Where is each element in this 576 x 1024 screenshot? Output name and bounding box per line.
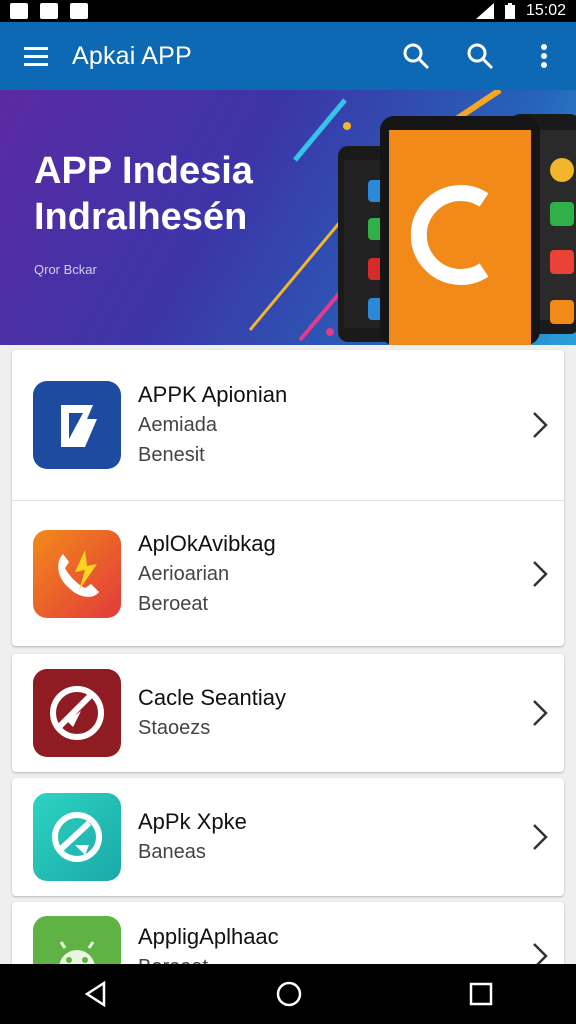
promo-banner[interactable]: APP Indesia Indralhesén Qror Bckar [0,90,576,345]
app-list: APPK Apionian Aemiada Benesit AplOkAvibk… [12,350,564,1020]
app-bar: Apkai APP [0,22,576,90]
banner-title: APP Indesia Indralhesén [34,150,253,238]
phone-flash-icon [33,529,121,618]
back-icon[interactable] [82,980,110,1008]
app-name: Cacle Seantiay [138,685,286,710]
list-item[interactable]: ApPk Xpke Baneas [12,778,564,896]
app-card: Cacle Seantiay Staoezs [12,654,564,772]
search-button-secondary[interactable] [448,22,512,90]
signal-icon [475,3,494,19]
search-icon [403,43,430,70]
system-nav-bar [0,964,576,1024]
app-category: Aerioarian [138,562,230,585]
chevron-right-icon [533,412,548,438]
list-item[interactable]: Cacle Seantiay Staoezs [12,654,564,772]
status-bar: 15:02 [0,0,576,22]
app-name: AplOkAvibkag [138,530,276,556]
menu-button[interactable] [0,22,72,90]
notification-icons [10,3,88,19]
hamburger-icon [24,47,48,66]
more-vert-icon [541,44,547,68]
search-button[interactable] [384,22,448,90]
list-item[interactable]: APPK Apionian Aemiada Benesit [12,350,564,500]
app-card: APPK Apionian Aemiada Benesit AplOkAvibk… [12,350,564,646]
app-name: APPK Apionian [138,382,288,407]
teal-circle-icon [33,793,121,881]
app-name: ApPk Xpke [138,809,247,834]
app-category: Aemiada [138,414,217,436]
app-title: Apkai APP [72,41,192,70]
red-no-icon [33,669,121,757]
chevron-right-icon [533,700,548,726]
search-icon [467,43,494,70]
recents-icon[interactable] [468,981,494,1007]
notification-icon [10,3,28,19]
list-item[interactable]: AplOkAvibkag Aerioarian Beroeat [12,500,564,646]
app-name: AppligAplhaac [138,924,279,949]
notification-icon [40,3,58,19]
overflow-menu-button[interactable] [512,22,576,90]
battery-icon [504,3,515,19]
chevron-right-icon [533,824,548,850]
app-detail: Benesit [138,444,205,466]
app-category: Staoezs [138,717,211,739]
banner-subtitle: Qror Bckar [34,262,97,277]
chevron-right-icon [533,560,548,587]
blue-flag-icon [33,381,121,469]
app-detail: Beroeat [138,592,209,615]
app-card: ApPk Xpke Baneas [12,778,564,896]
status-time: 15:02 [525,2,566,19]
home-icon[interactable] [275,980,303,1008]
app-category: Baneas [138,841,206,863]
notification-icon [70,3,88,19]
